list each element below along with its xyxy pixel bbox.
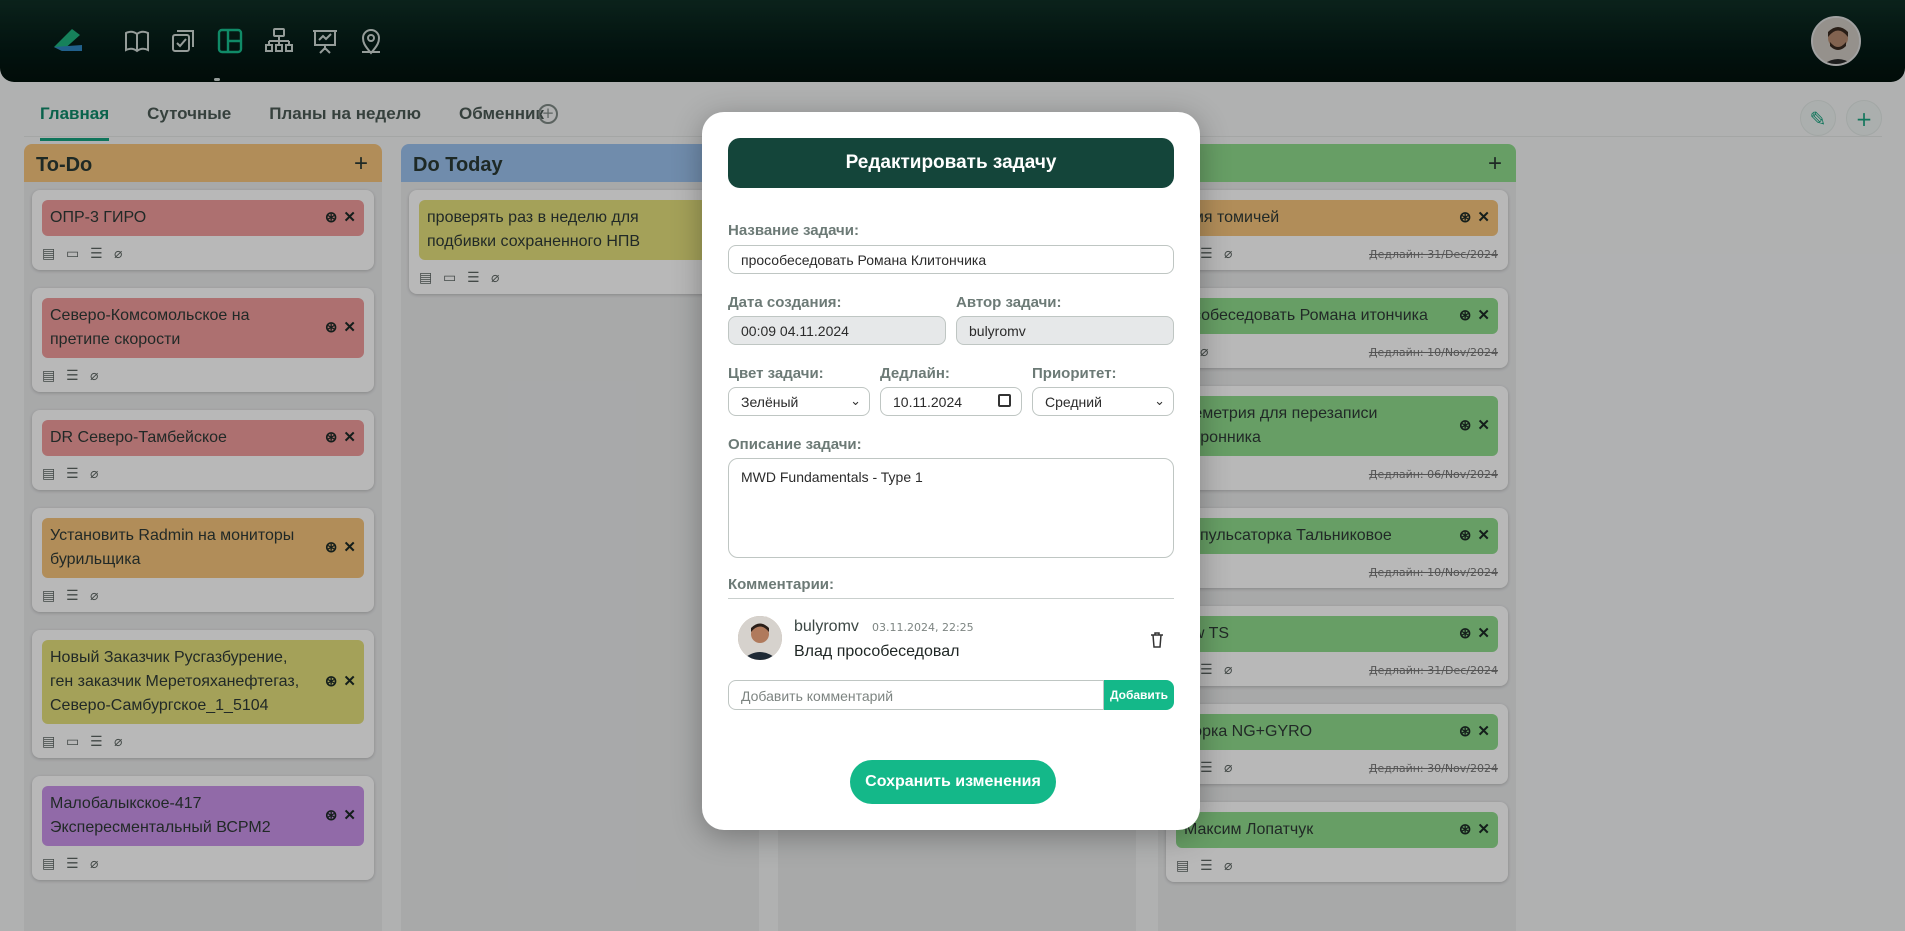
description-label: Описание задачи: [728,436,862,453]
comment-avatar [738,616,782,660]
comment-text: Влад прособеседовал [794,643,960,660]
modal-title: Редактировать задачу [728,138,1174,188]
author-label: Автор задачи: [956,294,1062,311]
comment-date: 03.11.2024, 22:25 [872,621,974,634]
save-changes-button[interactable]: Сохранить изменения [850,760,1056,804]
add-comment-input[interactable]: Добавить комментарий [728,680,1104,710]
created-date-label: Дата создания: [728,294,842,311]
priority-label: Приоритет: [1032,365,1117,382]
add-comment-button[interactable]: Добавить [1104,680,1174,710]
chevron-down-icon: ⌄ [1154,393,1165,408]
color-label: Цвет задачи: [728,365,824,382]
chevron-down-icon: ⌄ [850,393,861,408]
comments-label: Комментарии: [728,576,835,593]
created-date-field: 00:09 04.11.2024 [728,316,946,345]
color-select-value: Зелёный [741,394,799,410]
deadline-input[interactable]: 10.11.2024 [880,387,1022,416]
task-name-label: Название задачи: [728,222,859,239]
task-name-input[interactable]: прособеседовать Романа Клитончика [728,245,1174,274]
priority-select-value: Средний [1045,394,1102,410]
comments-divider [728,598,1174,599]
deadline-label: Дедлайн: [880,365,950,382]
deadline-value: 10.11.2024 [893,394,963,410]
priority-select[interactable]: Средний ⌄ [1032,387,1174,416]
color-select[interactable]: Зелёный ⌄ [728,387,870,416]
comment-author: bulyromv [794,618,859,635]
edit-task-modal: Редактировать задачу Название задачи: пр… [702,112,1200,830]
author-field: bulyromv [956,316,1174,345]
description-textarea[interactable]: MWD Fundamentals - Type 1 [728,458,1174,558]
calendar-icon[interactable] [998,394,1011,407]
trash-icon[interactable] [1150,631,1164,648]
